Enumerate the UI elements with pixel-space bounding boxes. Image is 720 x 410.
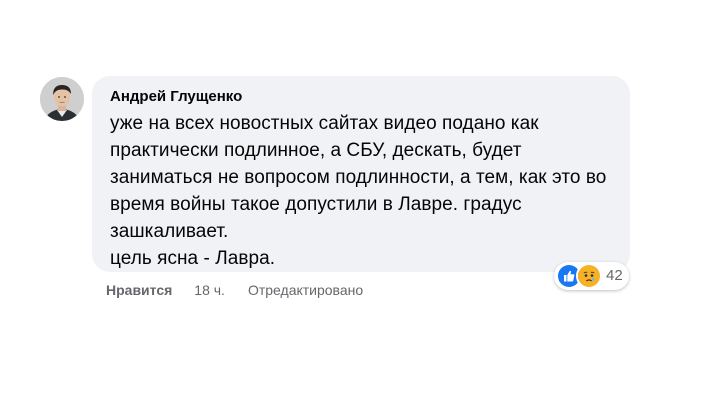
avatar[interactable] bbox=[40, 77, 84, 121]
comment: Андрей Глущенко уже на всех новостных са… bbox=[0, 0, 720, 410]
edited-label[interactable]: Отредактировано bbox=[248, 280, 363, 300]
comment-timestamp[interactable]: 18 ч. bbox=[194, 280, 225, 300]
like-button[interactable]: Нравится bbox=[106, 280, 172, 300]
comment-actions: Нравится 18 ч. Отредактировано bbox=[106, 280, 363, 300]
comment-author[interactable]: Андрей Глущенко bbox=[110, 87, 616, 107]
comment-text: уже на всех новостных сайтах видео подан… bbox=[110, 113, 607, 269]
comment-bubble: Андрей Глущенко уже на всех новостных са… bbox=[92, 76, 630, 272]
reaction-count: 42 bbox=[606, 267, 623, 284]
sad-icon bbox=[576, 263, 602, 289]
avatar-image bbox=[40, 77, 84, 121]
reactions-summary[interactable]: 42 bbox=[554, 262, 629, 290]
